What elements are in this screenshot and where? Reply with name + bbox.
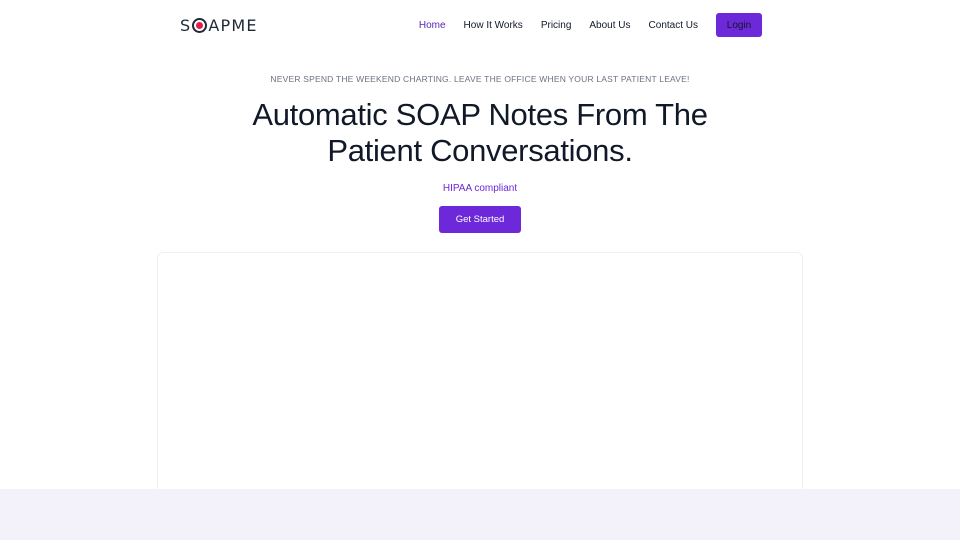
brand-logo-prefix: S [180,15,192,35]
hero-headline-line1: Automatic SOAP Notes From The [252,97,708,132]
brand-logo-suffix: APME [208,15,258,35]
nav-link-about-us[interactable]: About Us [589,20,630,31]
brand-logo[interactable]: S APME [180,14,258,36]
top-navigation: S APME Home How It Works Pricing About U… [0,0,960,50]
footer-band [0,489,960,540]
get-started-button[interactable]: Get Started [439,206,521,233]
hero-headline-line2: Patient Conversations. [327,133,633,168]
main-menu: Home How It Works Pricing About Us Conta… [419,13,780,37]
brand-logo-target-icon [192,17,208,33]
login-button[interactable]: Login [716,13,762,37]
hipaa-badge: HIPAA compliant [442,183,518,194]
nav-link-contact-us[interactable]: Contact Us [649,20,698,31]
hero-eyebrow: NEVER SPEND THE WEEKEND CHARTING. LEAVE … [270,74,690,84]
nav-link-home[interactable]: Home [419,20,446,31]
hero-headline: Automatic SOAP Notes From The Patient Co… [0,97,960,169]
nav-link-pricing[interactable]: Pricing [541,20,572,31]
demo-video-frame[interactable] [157,252,803,512]
nav-link-how-it-works[interactable]: How It Works [464,20,523,31]
